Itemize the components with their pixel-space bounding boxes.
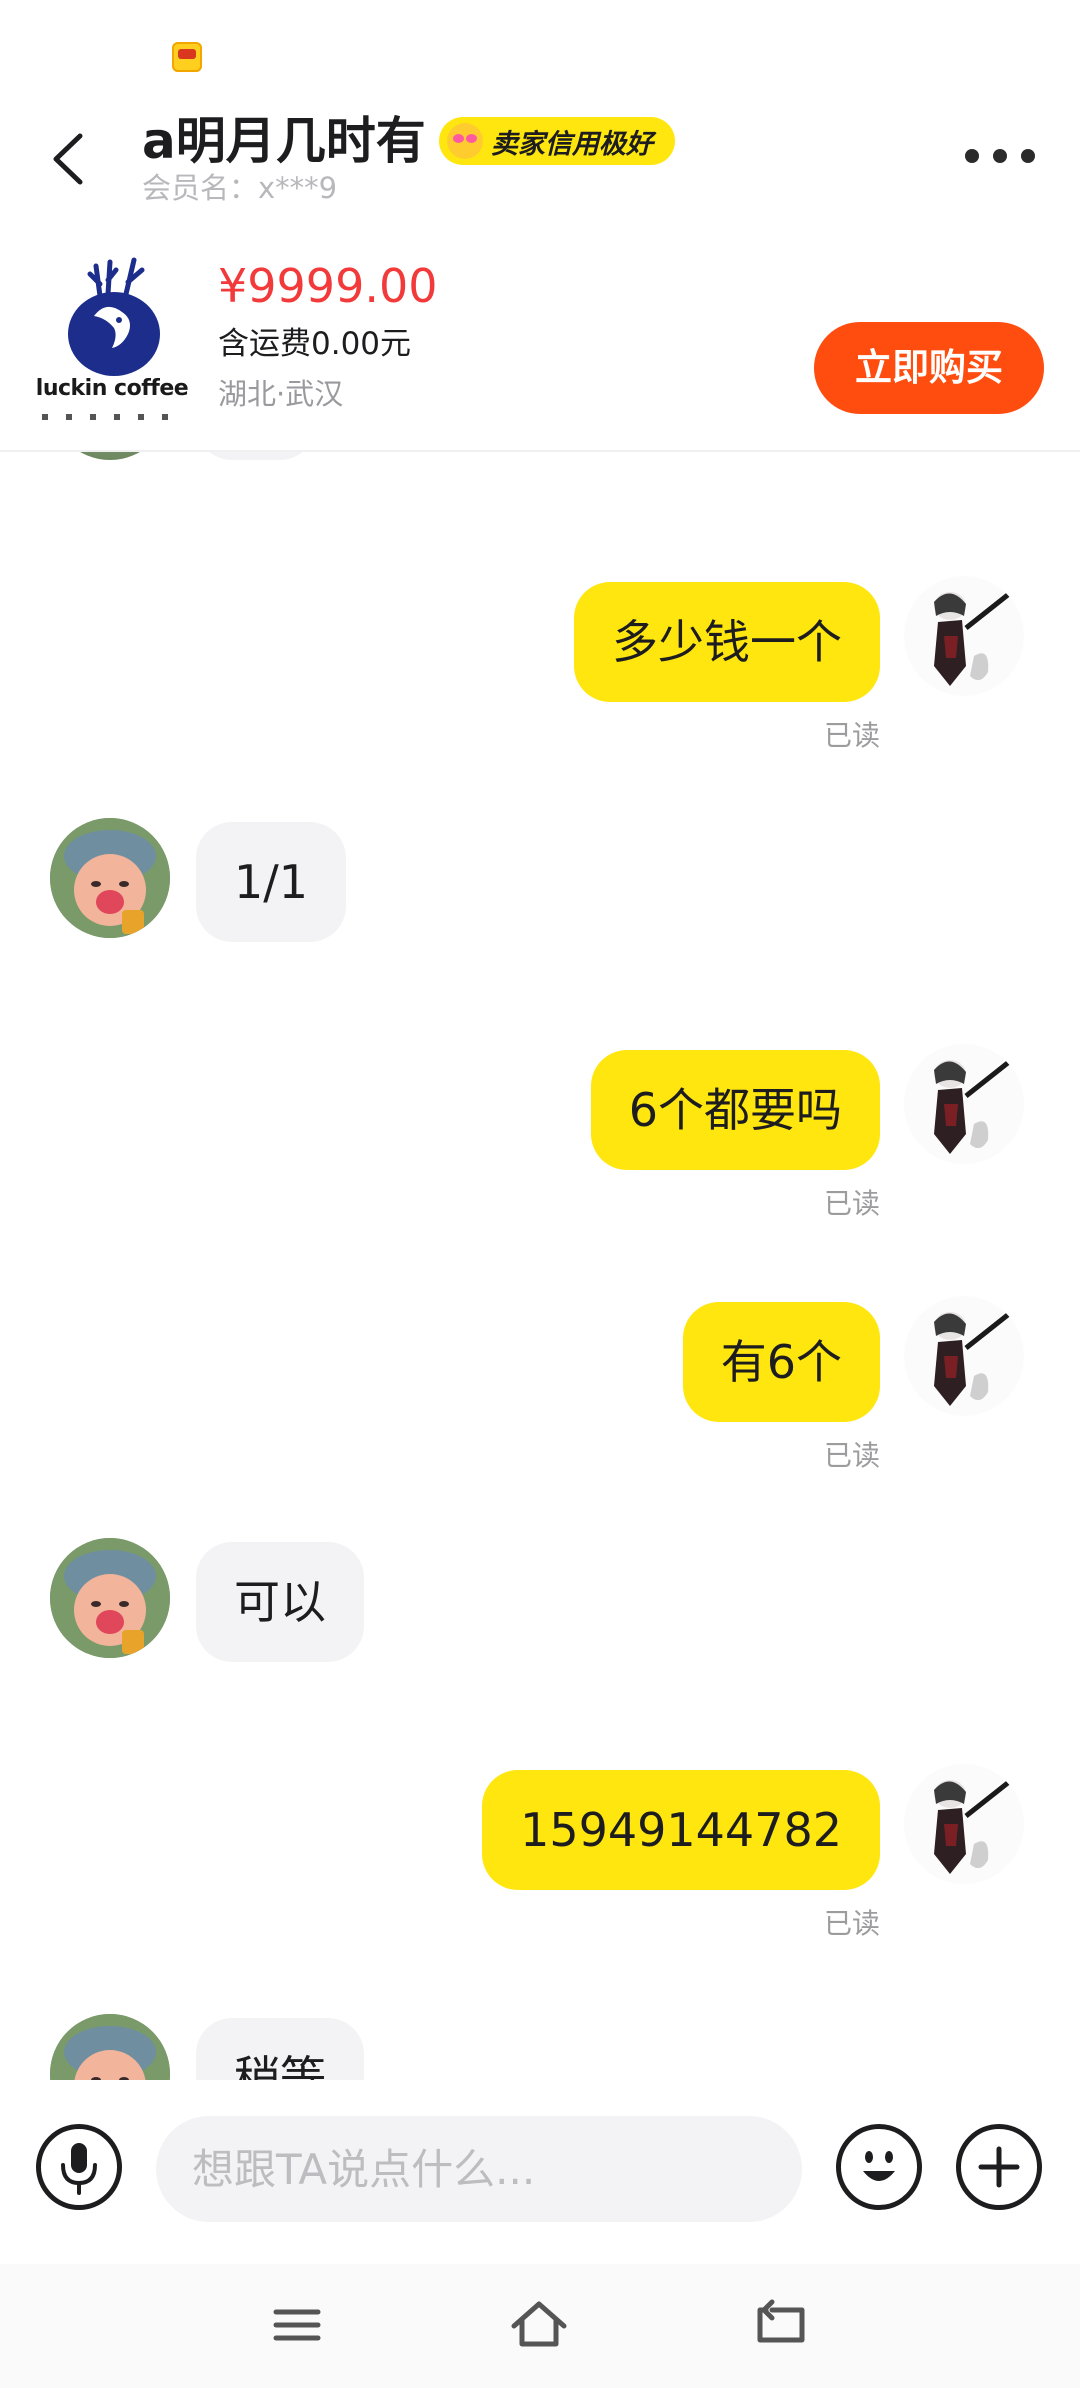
message-bubble-incoming[interactable]: 稍等 xyxy=(196,2018,364,2080)
heart-eyes-emoji-icon xyxy=(446,123,483,159)
seller-avatar[interactable] xyxy=(50,1538,170,1658)
my-avatar-image xyxy=(904,576,1024,696)
my-avatar-image xyxy=(904,1296,1024,1416)
credit-badge-label: 卖家信用极好 xyxy=(490,128,653,160)
seller-avatar-image xyxy=(50,2014,170,2080)
more-options-button[interactable] xyxy=(965,144,1035,168)
app-notification-icon xyxy=(172,42,202,72)
seller-avatar[interactable] xyxy=(50,2014,170,2080)
product-card[interactable]: luckin coffee ¥9999.00 含运费0.00元 湖北·武汉 立即… xyxy=(0,226,1080,452)
message-bubble-outgoing[interactable]: 有6个 xyxy=(682,1302,880,1422)
read-status: 已读 xyxy=(823,1439,880,1472)
product-location: 湖北·武汉 xyxy=(218,377,344,411)
nav-back-button[interactable] xyxy=(746,2290,816,2360)
my-avatar[interactable] xyxy=(904,576,1024,696)
more-dots-icon xyxy=(965,149,979,163)
message-bubble-outgoing[interactable]: 6个都要吗 xyxy=(590,1050,880,1170)
read-status: 已读 xyxy=(823,719,880,752)
system-navigation-bar xyxy=(0,2264,1080,2388)
nav-menu-button[interactable] xyxy=(262,2290,332,2360)
back-button[interactable] xyxy=(40,124,100,194)
brand-subtext-decoration xyxy=(42,414,182,420)
nav-home-button[interactable] xyxy=(504,2290,574,2360)
message-input[interactable] xyxy=(156,2116,802,2222)
home-icon xyxy=(511,2301,567,2347)
product-price: ¥9999.00 xyxy=(218,259,438,313)
seller-avatar[interactable] xyxy=(50,818,170,938)
my-avatar[interactable] xyxy=(904,1764,1024,1884)
shipping-fee: 含运费0.00元 xyxy=(218,326,412,362)
plus-icon xyxy=(978,2146,1020,2188)
read-status: 已读 xyxy=(823,1187,880,1220)
my-avatar-image xyxy=(904,1764,1024,1884)
chevron-left-icon xyxy=(53,133,83,185)
message-bubble-outgoing[interactable]: 15949144782 xyxy=(482,1770,880,1890)
chat-page: a明月几时有 卖家信用极好 会员名：x***9 luckin coffee ¥9… xyxy=(0,0,1080,2388)
message-list[interactable]: 多少钱一个 已读 1/1 6个都要吗 已读 有6个 已读 可以 15949144… xyxy=(0,450,1080,2080)
microphone-icon xyxy=(61,2143,97,2195)
product-image[interactable]: luckin coffee xyxy=(28,246,196,434)
status-bar xyxy=(0,0,1080,110)
more-actions-button[interactable] xyxy=(956,2124,1042,2210)
message-input-bar xyxy=(0,2080,1080,2264)
smiley-icon xyxy=(863,2151,895,2181)
chat-header: a明月几时有 卖家信用极好 会员名：x***9 xyxy=(0,100,1080,210)
voice-input-button[interactable] xyxy=(36,2124,122,2210)
menu-lines-icon xyxy=(273,2309,321,2341)
emoji-button[interactable] xyxy=(836,2124,922,2210)
message-bubble-outgoing[interactable]: 多少钱一个 xyxy=(574,582,880,702)
read-status: 已读 xyxy=(823,1907,880,1940)
chat-title: a明月几时有 xyxy=(142,112,426,170)
message-bubble-incoming[interactable]: 可以 xyxy=(196,1542,364,1662)
my-avatar[interactable] xyxy=(904,1296,1024,1416)
seller-avatar-image xyxy=(50,818,170,938)
my-avatar[interactable] xyxy=(904,1044,1024,1164)
seller-avatar-image xyxy=(50,1538,170,1658)
luckin-deer-logo-icon xyxy=(68,257,160,376)
seller-credit-badge[interactable]: 卖家信用极好 xyxy=(438,117,675,165)
buy-now-button[interactable]: 立即购买 xyxy=(814,322,1044,414)
return-icon xyxy=(757,2299,805,2343)
message-bubble-incoming[interactable]: 1/1 xyxy=(196,822,347,942)
brand-name: luckin coffee xyxy=(35,376,189,401)
my-avatar-image xyxy=(904,1044,1024,1164)
title-block: a明月几时有 卖家信用极好 会员名：x***9 xyxy=(142,106,675,208)
